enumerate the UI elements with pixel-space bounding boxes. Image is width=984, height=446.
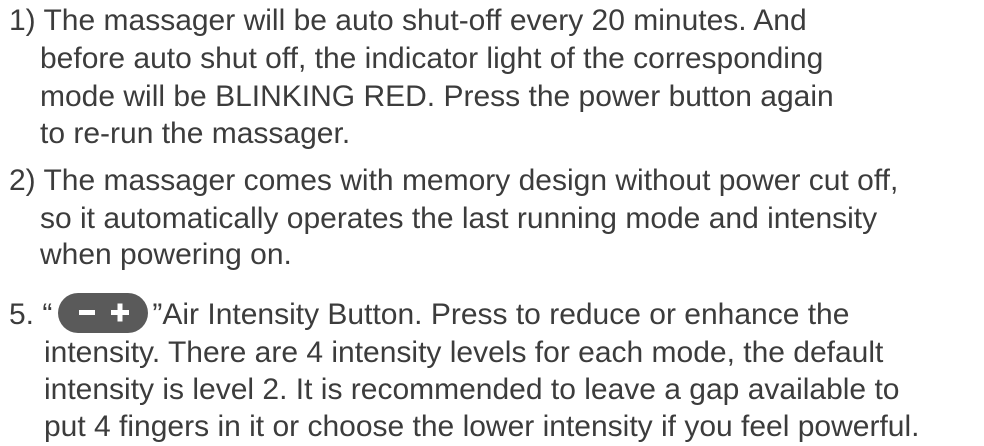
item-1-line-4: to re-run the massager. bbox=[40, 117, 351, 150]
item-2-marker: 2) bbox=[9, 164, 36, 197]
section-5-line-2: intensity. There are 4 intensity levels … bbox=[44, 336, 884, 369]
section-5-marker: 5. bbox=[9, 298, 35, 331]
section-5-line-1: ”Air Intensity Button. Press to reduce o… bbox=[152, 298, 850, 331]
item-1-line-3: mode will be BLINKING RED. Press the pow… bbox=[40, 80, 834, 113]
item-1-line-1: The massager will be auto shut-off every… bbox=[43, 4, 807, 37]
item-1-line-2: before auto shut off, the indicator ligh… bbox=[40, 42, 824, 75]
minus-plus-pill-icon bbox=[58, 293, 149, 334]
item-2-line-1: The massager comes with memory design wi… bbox=[43, 164, 899, 197]
section-5-line-3: intensity is level 2. It is recommended … bbox=[44, 373, 900, 406]
section-5-line-4: put 4 fingers in it or choose the lower … bbox=[44, 410, 920, 443]
open-quote: “ bbox=[42, 298, 53, 331]
item-1-marker: 1) bbox=[9, 4, 36, 37]
item-2-line-3: when powering on. bbox=[40, 238, 292, 271]
item-2-line-2: so it automatically operates the last ru… bbox=[40, 202, 878, 235]
